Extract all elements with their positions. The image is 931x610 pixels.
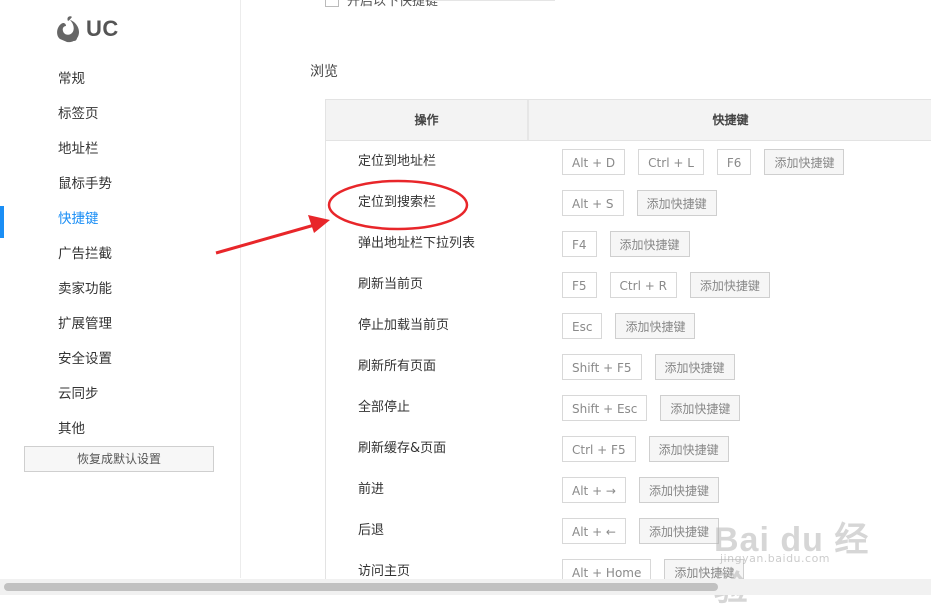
enable-shortcuts-option[interactable]: 开启以下快捷键 [325, 0, 438, 9]
enable-shortcuts-label: 开启以下快捷键 [347, 0, 439, 9]
table-row: 停止加载当前页 Esc 添加快捷键 [326, 305, 931, 346]
add-shortcut-button[interactable]: 添加快捷键 [654, 354, 735, 380]
table-header: 操作 快捷键 [326, 100, 931, 141]
shortcut-field[interactable]: Shift + Esc [562, 395, 648, 421]
uc-logo: UC [54, 14, 119, 44]
add-shortcut-button[interactable]: 添加快捷键 [636, 190, 717, 216]
add-shortcut-button[interactable]: 添加快捷键 [639, 477, 720, 503]
add-shortcut-button[interactable]: 添加快捷键 [609, 231, 690, 257]
sidebar-item-6[interactable]: 卖家功能 [0, 272, 240, 307]
add-shortcut-button[interactable]: 添加快捷键 [648, 436, 729, 462]
shortcut-keys: Ctrl + F5 添加快捷键 [562, 436, 729, 462]
operation-name: 后退 [358, 523, 385, 538]
add-shortcut-button[interactable]: 添加快捷键 [639, 518, 720, 544]
operation-name: 停止加载当前页 [358, 318, 450, 333]
table-row: 后退 Alt + ← 添加快捷键 [326, 510, 931, 551]
enable-shortcuts-checkbox[interactable] [325, 0, 339, 7]
operation-name: 定位到地址栏 [358, 154, 437, 169]
shortcut-keys: F4 添加快捷键 [562, 231, 690, 257]
column-header-shortcut: 快捷键 [712, 113, 749, 127]
table-row: 弹出地址栏下拉列表 F4 添加快捷键 [326, 223, 931, 264]
shortcut-keys: Alt + S 添加快捷键 [562, 190, 717, 216]
divider [430, 0, 555, 1]
table-row: 刷新当前页 F5 Ctrl + R 添加快捷键 [326, 264, 931, 305]
table-row: 刷新所有页面 Shift + F5 添加快捷键 [326, 346, 931, 387]
operation-name: 刷新当前页 [358, 277, 424, 292]
operation-name: 刷新所有页面 [358, 359, 437, 374]
operation-name: 定位到搜索栏 [358, 195, 437, 210]
shortcut-field[interactable]: Shift + F5 [562, 354, 642, 380]
shortcut-field[interactable]: Ctrl + R [609, 272, 677, 298]
shortcut-table: 操作 快捷键 定位到地址栏 Alt + D Ctrl + L F6 添加快捷键 定位到搜索… [325, 99, 931, 585]
logo-text: UC [86, 16, 119, 41]
sidebar-item-9[interactable]: 云同步 [0, 377, 240, 412]
shortcut-field[interactable]: Esc [562, 313, 603, 339]
shortcut-field[interactable]: Ctrl + F5 [562, 436, 636, 462]
sidebar-item-2[interactable]: 地址栏 [0, 132, 240, 167]
sidebar-item-5[interactable]: 广告拦截 [0, 237, 240, 272]
table-row: 刷新缓存&页面 Ctrl + F5 添加快捷键 [326, 428, 931, 469]
shortcut-field[interactable]: Alt + ← [562, 518, 626, 544]
sidebar-item-3[interactable]: 鼠标手势 [0, 167, 240, 202]
table-row: 前进 Alt + → 添加快捷键 [326, 469, 931, 510]
table-row: 定位到搜索栏 Alt + S 添加快捷键 [326, 182, 931, 223]
shortcut-field[interactable]: F5 [562, 272, 597, 298]
sidebar-item-8[interactable]: 安全设置 [0, 342, 240, 377]
shortcut-keys: Shift + Esc 添加快捷键 [562, 395, 741, 421]
shortcut-field[interactable]: F4 [562, 231, 597, 257]
horizontal-scrollbar[interactable] [0, 579, 931, 595]
shortcut-keys: Alt + ← 添加快捷键 [562, 518, 720, 544]
scrollbar-thumb[interactable] [4, 583, 718, 591]
sidebar-item-10[interactable]: 其他 [0, 412, 240, 447]
add-shortcut-button[interactable]: 添加快捷键 [660, 395, 741, 421]
operation-name: 前进 [358, 482, 385, 497]
section-title-browse: 浏览 [310, 64, 338, 80]
operation-name: 刷新缓存&页面 [358, 441, 447, 456]
table-row: 定位到地址栏 Alt + D Ctrl + L F6 添加快捷键 [326, 141, 931, 182]
settings-sidebar: UC 常规 标签页 地址栏 鼠标手势 快捷键 广告拦截 卖家功能 扩展管理 安全设置 云同步 其他 … [0, 0, 241, 578]
operation-name: 弹出地址栏下拉列表 [358, 236, 476, 251]
add-shortcut-button[interactable]: 添加快捷键 [615, 313, 696, 339]
sidebar-nav: 常规 标签页 地址栏 鼠标手势 快捷键 广告拦截 卖家功能 扩展管理 安全设置 云同步 其他 [0, 62, 240, 447]
add-shortcut-button[interactable]: 添加快捷键 [689, 272, 770, 298]
uc-squirrel-icon [57, 16, 79, 43]
add-shortcut-button[interactable]: 添加快捷键 [764, 149, 845, 175]
sidebar-item-7[interactable]: 扩展管理 [0, 307, 240, 342]
shortcut-field[interactable]: Alt + → [562, 477, 626, 503]
shortcut-keys: Shift + F5 添加快捷键 [562, 354, 735, 380]
table-row: 全部停止 Shift + Esc 添加快捷键 [326, 387, 931, 428]
shortcut-field[interactable]: F6 [716, 149, 752, 175]
column-header-operation: 操作 [326, 100, 529, 140]
restore-defaults-button[interactable]: 恢复成默认设置 [24, 446, 214, 472]
sidebar-item-4[interactable]: 快捷键 [0, 202, 240, 238]
shortcut-field[interactable]: Ctrl + L [638, 149, 704, 175]
shortcut-keys: Alt + → 添加快捷键 [562, 477, 720, 503]
operation-name: 全部停止 [358, 400, 411, 415]
shortcut-keys: F5 Ctrl + R 添加快捷键 [562, 272, 770, 298]
shortcut-field[interactable]: Alt + D [562, 149, 626, 175]
sidebar-item-0[interactable]: 常规 [0, 62, 240, 97]
shortcut-keys: Esc 添加快捷键 [562, 313, 696, 339]
shortcut-field[interactable]: Alt + S [562, 190, 624, 216]
sidebar-item-1[interactable]: 标签页 [0, 97, 240, 132]
shortcut-keys: Alt + D Ctrl + L F6 添加快捷键 [562, 149, 845, 175]
